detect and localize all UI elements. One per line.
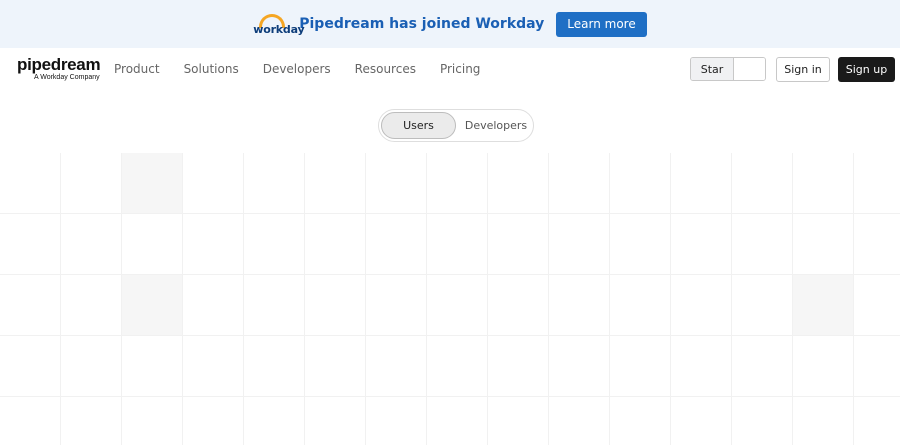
nav-link-solutions[interactable]: Solutions (184, 62, 239, 76)
grid-cell (427, 214, 488, 275)
grid-cell (122, 214, 183, 275)
grid-cell (732, 153, 793, 214)
grid-cell (427, 275, 488, 336)
background-grid (0, 153, 900, 445)
grid-cell (0, 397, 61, 445)
nav-link-resources[interactable]: Resources (355, 62, 416, 76)
grid-cell (366, 275, 427, 336)
github-star-widget[interactable]: Star (690, 57, 766, 81)
grid-cell (549, 153, 610, 214)
grid-cell (427, 336, 488, 397)
grid-cell (0, 336, 61, 397)
grid-cell (305, 214, 366, 275)
grid-cell (854, 397, 900, 445)
grid-cell (427, 153, 488, 214)
nav-link-pricing[interactable]: Pricing (440, 62, 480, 76)
sign-up-button[interactable]: Sign up (838, 57, 895, 82)
grid-cell (610, 397, 671, 445)
grid-cell (183, 336, 244, 397)
grid-cell (61, 397, 122, 445)
grid-cell (793, 214, 854, 275)
grid-cell (854, 214, 900, 275)
grid-cell (305, 153, 366, 214)
grid-cell (488, 275, 549, 336)
grid-cell (122, 153, 183, 214)
grid-cell (427, 397, 488, 445)
grid-cell (671, 153, 732, 214)
grid-cell (183, 275, 244, 336)
workday-logo: workday (253, 12, 305, 36)
grid-cell (549, 214, 610, 275)
grid-cell (122, 397, 183, 445)
grid-cell (183, 153, 244, 214)
grid-cell (610, 275, 671, 336)
grid-cell (61, 336, 122, 397)
grid-cell (671, 336, 732, 397)
toggle-users[interactable]: Users (381, 112, 456, 139)
star-count (734, 58, 765, 80)
grid-cell (549, 275, 610, 336)
grid-cell (122, 275, 183, 336)
grid-cell (0, 214, 61, 275)
grid-cell (244, 153, 305, 214)
announcement-banner: workday Pipedream has joined Workday Lea… (0, 0, 900, 48)
grid-cell (366, 153, 427, 214)
grid-cell (305, 275, 366, 336)
grid-cell (305, 397, 366, 445)
grid-cell (671, 275, 732, 336)
grid-cell (122, 336, 183, 397)
grid-cell (244, 214, 305, 275)
nav-links: Product Solutions Developers Resources P… (114, 48, 504, 90)
brand-logo[interactable]: pipedream A Workday Company (17, 55, 101, 81)
banner-message: Pipedream has joined Workday (299, 16, 545, 32)
learn-more-button[interactable]: Learn more (556, 11, 647, 37)
grid-cell (0, 153, 61, 214)
grid-cell (732, 336, 793, 397)
grid-cell (732, 275, 793, 336)
grid-cell (305, 336, 366, 397)
grid-cell (793, 336, 854, 397)
grid-cell (549, 397, 610, 445)
nav-link-developers[interactable]: Developers (263, 62, 331, 76)
grid-cell (61, 214, 122, 275)
grid-cell (732, 397, 793, 445)
workday-logo-text: workday (253, 23, 305, 36)
grid-cell (61, 275, 122, 336)
grid-cell (793, 397, 854, 445)
grid-cell (366, 214, 427, 275)
grid-cell (183, 397, 244, 445)
grid-cell (854, 275, 900, 336)
grid-cell (610, 153, 671, 214)
star-button[interactable]: Star (691, 58, 734, 80)
brand-name: pipedream (17, 55, 101, 74)
grid-cell (488, 214, 549, 275)
grid-cell (610, 214, 671, 275)
grid-cell (244, 275, 305, 336)
grid-cell (793, 275, 854, 336)
grid-cell (488, 397, 549, 445)
grid-cell (366, 397, 427, 445)
grid-cell (549, 336, 610, 397)
grid-cell (793, 153, 854, 214)
grid-cell (183, 214, 244, 275)
audience-toggle: Users Developers (378, 109, 534, 142)
grid-cell (488, 153, 549, 214)
grid-cell (854, 153, 900, 214)
grid-cell (0, 275, 61, 336)
nav-link-product[interactable]: Product (114, 62, 160, 76)
sign-in-button[interactable]: Sign in (776, 57, 830, 82)
grid-cell (854, 336, 900, 397)
grid-cell (671, 397, 732, 445)
grid-cell (244, 336, 305, 397)
brand-subtitle: A Workday Company (34, 74, 100, 81)
grid-cell (610, 336, 671, 397)
grid-cell (732, 214, 793, 275)
grid-cell (671, 214, 732, 275)
grid-cell (244, 397, 305, 445)
grid-cell (366, 336, 427, 397)
grid-cell (488, 336, 549, 397)
grid-cell (61, 153, 122, 214)
toggle-developers[interactable]: Developers (459, 112, 533, 139)
